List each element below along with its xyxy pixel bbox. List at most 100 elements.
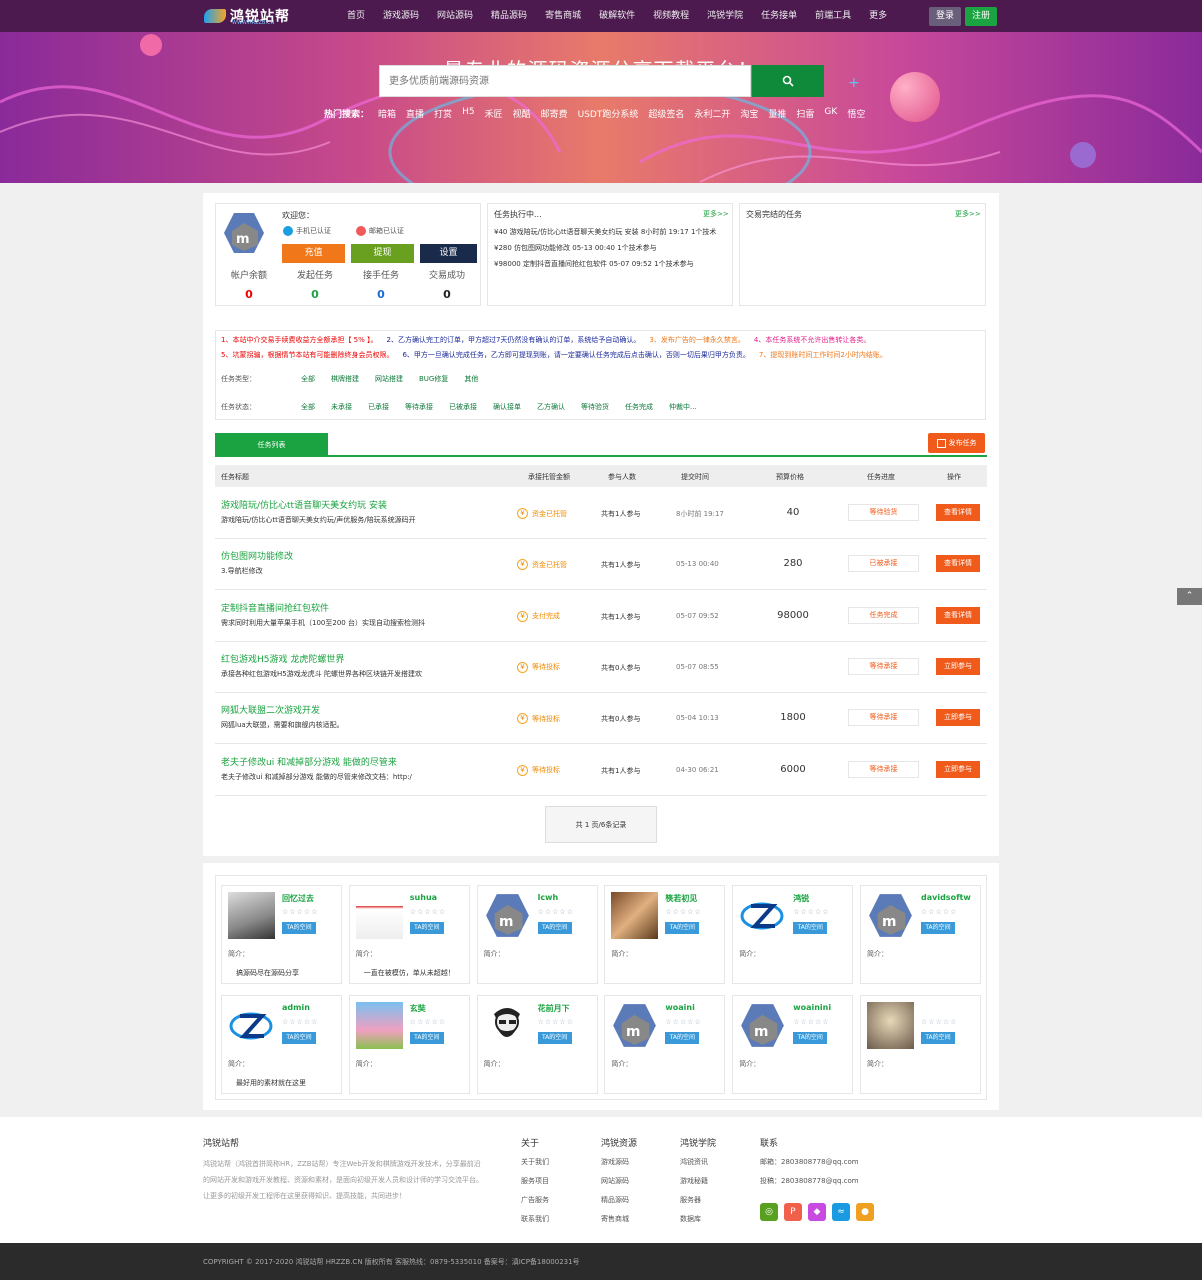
member-space-button[interactable]: TA的空间 (665, 1032, 700, 1044)
filter-option[interactable]: 仲裁中... (669, 402, 697, 412)
member-name[interactable]: 回忆过去 (282, 893, 314, 904)
rss-icon[interactable]: ≈ (832, 1203, 850, 1221)
hot-search-item[interactable]: USDT跑分系统 (573, 107, 644, 120)
qq-icon[interactable]: ◆ (808, 1203, 826, 1221)
filter-option[interactable]: BUG修复 (419, 374, 448, 384)
filter-option[interactable]: 乙方确认 (537, 402, 565, 412)
member-name[interactable]: woaini (665, 1003, 694, 1012)
recharge-button[interactable]: 充值 (282, 244, 345, 263)
task-title-link[interactable]: 网狐大联盟二次游戏开发 (221, 703, 320, 716)
site-logo[interactable]: 鸿锐站帮 WWW.HRZZB.CN (204, 6, 290, 26)
member-name[interactable]: 筷若初见 (665, 893, 697, 904)
filter-option[interactable]: 任务完成 (625, 402, 653, 412)
nav-item[interactable]: 破解软件 (590, 0, 644, 32)
task-action-button[interactable]: 立即参与 (936, 657, 980, 675)
footer-link[interactable]: 寄售商城 (601, 1214, 637, 1224)
wechat-icon[interactable]: ● (856, 1203, 874, 1221)
contact-mail[interactable]: 邮箱：2803808778@qq.com (760, 1157, 859, 1167)
hot-search-item[interactable]: 永利二开 (689, 107, 735, 120)
member-avatar[interactable] (483, 1002, 531, 1049)
filter-option[interactable]: 其他 (464, 374, 478, 384)
filter-option[interactable]: 网站搭建 (375, 374, 403, 384)
member-avatar[interactable] (867, 1002, 914, 1049)
member-name[interactable]: woainini (793, 1003, 831, 1012)
hot-search-item[interactable]: 打赏 (429, 107, 457, 120)
filter-option[interactable]: 等待承接 (405, 402, 433, 412)
running-more-link[interactable]: 更多>> (703, 209, 729, 219)
member-name[interactable]: suhua (410, 893, 437, 902)
publish-task-button[interactable]: 发布任务 (928, 433, 985, 453)
hot-search-item[interactable]: 悟空 (842, 107, 870, 120)
member-space-button[interactable]: TA的空间 (793, 922, 828, 934)
register-button[interactable]: 注册 (965, 7, 997, 26)
filter-option[interactable]: 未承接 (331, 402, 352, 412)
task-title-link[interactable]: 仿包图网功能修改 (221, 549, 293, 562)
login-button[interactable]: 登录 (929, 7, 961, 26)
nav-item[interactable]: 鸿锐学院 (698, 0, 752, 32)
footer-link[interactable]: 服务项目 (521, 1176, 549, 1186)
task-title-link[interactable]: 游戏陪玩/仿比心tt语音聊天美女约玩 安装 (221, 498, 387, 511)
hot-search-item[interactable]: 视酷 (508, 107, 536, 120)
nav-item[interactable]: 任务接单 (752, 0, 806, 32)
task-title-link[interactable]: 红包游戏H5游戏 龙虎陀螺世界 (221, 652, 344, 665)
task-action-button[interactable]: 查看详情 (936, 555, 980, 573)
settings-button[interactable]: 设置 (420, 244, 477, 263)
task-action-button[interactable]: 查看详情 (936, 606, 980, 624)
footer-link[interactable]: 关于我们 (521, 1157, 549, 1167)
nav-item[interactable]: 视频教程 (644, 0, 698, 32)
footer-link[interactable]: 游戏源码 (601, 1157, 637, 1167)
task-title-link[interactable]: 老夫子修改ui 和减掉部分游戏 能做的尽管来 (221, 755, 397, 768)
footer-link[interactable]: 精品源码 (601, 1195, 637, 1205)
footer-link[interactable]: 广告服务 (521, 1195, 549, 1205)
filter-option[interactable]: 确认接单 (493, 402, 521, 412)
member-space-button[interactable]: TA的空间 (665, 922, 700, 934)
nav-item[interactable]: 网站源码 (428, 0, 482, 32)
nav-item[interactable]: 更多 (860, 0, 896, 32)
hot-search-item[interactable]: H5 (457, 107, 480, 120)
member-name[interactable]: admin (282, 1003, 310, 1012)
footer-link[interactable]: 网站源码 (601, 1176, 637, 1186)
member-name[interactable]: davidsoftw (921, 893, 971, 902)
search-button[interactable] (752, 65, 824, 97)
hot-search-item[interactable]: 量推 (763, 107, 791, 120)
member-avatar[interactable]: m (611, 1002, 658, 1049)
task-action-button[interactable]: 查看详情 (936, 504, 980, 521)
member-space-button[interactable]: TA的空间 (282, 922, 316, 934)
member-avatar[interactable] (355, 1002, 403, 1049)
hot-search-item[interactable]: 邮寄费 (536, 107, 573, 120)
task-title-link[interactable]: 定制抖音直播间抢红包软件 (221, 601, 329, 614)
member-avatar[interactable]: m (484, 892, 531, 939)
member-space-button[interactable]: TA的空间 (537, 922, 572, 934)
footer-link[interactable]: 联系我们 (521, 1214, 549, 1224)
footer-link[interactable]: 鸿锐资讯 (680, 1157, 716, 1167)
pinterest-icon[interactable]: P (784, 1203, 802, 1221)
nav-item[interactable]: 首页 (338, 0, 374, 32)
filter-option[interactable]: 已承接 (368, 402, 389, 412)
hot-search-item[interactable]: 淘宝 (735, 107, 763, 120)
task-action-button[interactable]: 立即参与 (936, 760, 980, 778)
member-avatar[interactable] (228, 892, 275, 939)
nav-item[interactable]: 游戏源码 (374, 0, 428, 32)
running-item[interactable]: ¥40 游戏陪玩/仿比心tt语音聊天美女约玩 安装 8小时前 19:17 1个技… (494, 227, 732, 237)
task-action-button[interactable]: 立即参与 (936, 709, 980, 727)
filter-option[interactable]: 等待验货 (581, 402, 609, 412)
member-space-button[interactable]: TA的空间 (921, 1032, 955, 1044)
member-space-button[interactable]: TA的空间 (793, 1032, 828, 1044)
running-item[interactable]: ¥98000 定制抖音直播间抢红包软件 05-07 09:52 1个技术参与 (494, 259, 732, 269)
member-name[interactable]: lcwh (538, 893, 559, 902)
footer-link[interactable]: 服务器 (680, 1195, 716, 1205)
hot-search-item[interactable]: GK (819, 107, 842, 120)
member-space-button[interactable]: TA的空间 (537, 1032, 572, 1044)
member-avatar[interactable] (611, 892, 659, 939)
hot-search-item[interactable]: 直播 (401, 107, 429, 120)
done-more-link[interactable]: 更多>> (955, 209, 981, 219)
user-avatar[interactable]: m (222, 211, 266, 255)
weibo-icon[interactable]: ◎ (760, 1203, 778, 1221)
hot-search-item[interactable]: 超级签名 (643, 107, 689, 120)
member-name[interactable]: 鸿锐 (793, 893, 809, 904)
filter-option[interactable]: 全部 (301, 402, 315, 412)
member-avatar[interactable]: m (867, 892, 914, 939)
nav-item[interactable]: 寄售商城 (536, 0, 590, 32)
member-avatar[interactable] (228, 1002, 275, 1049)
member-space-button[interactable]: TA的空间 (409, 922, 444, 934)
